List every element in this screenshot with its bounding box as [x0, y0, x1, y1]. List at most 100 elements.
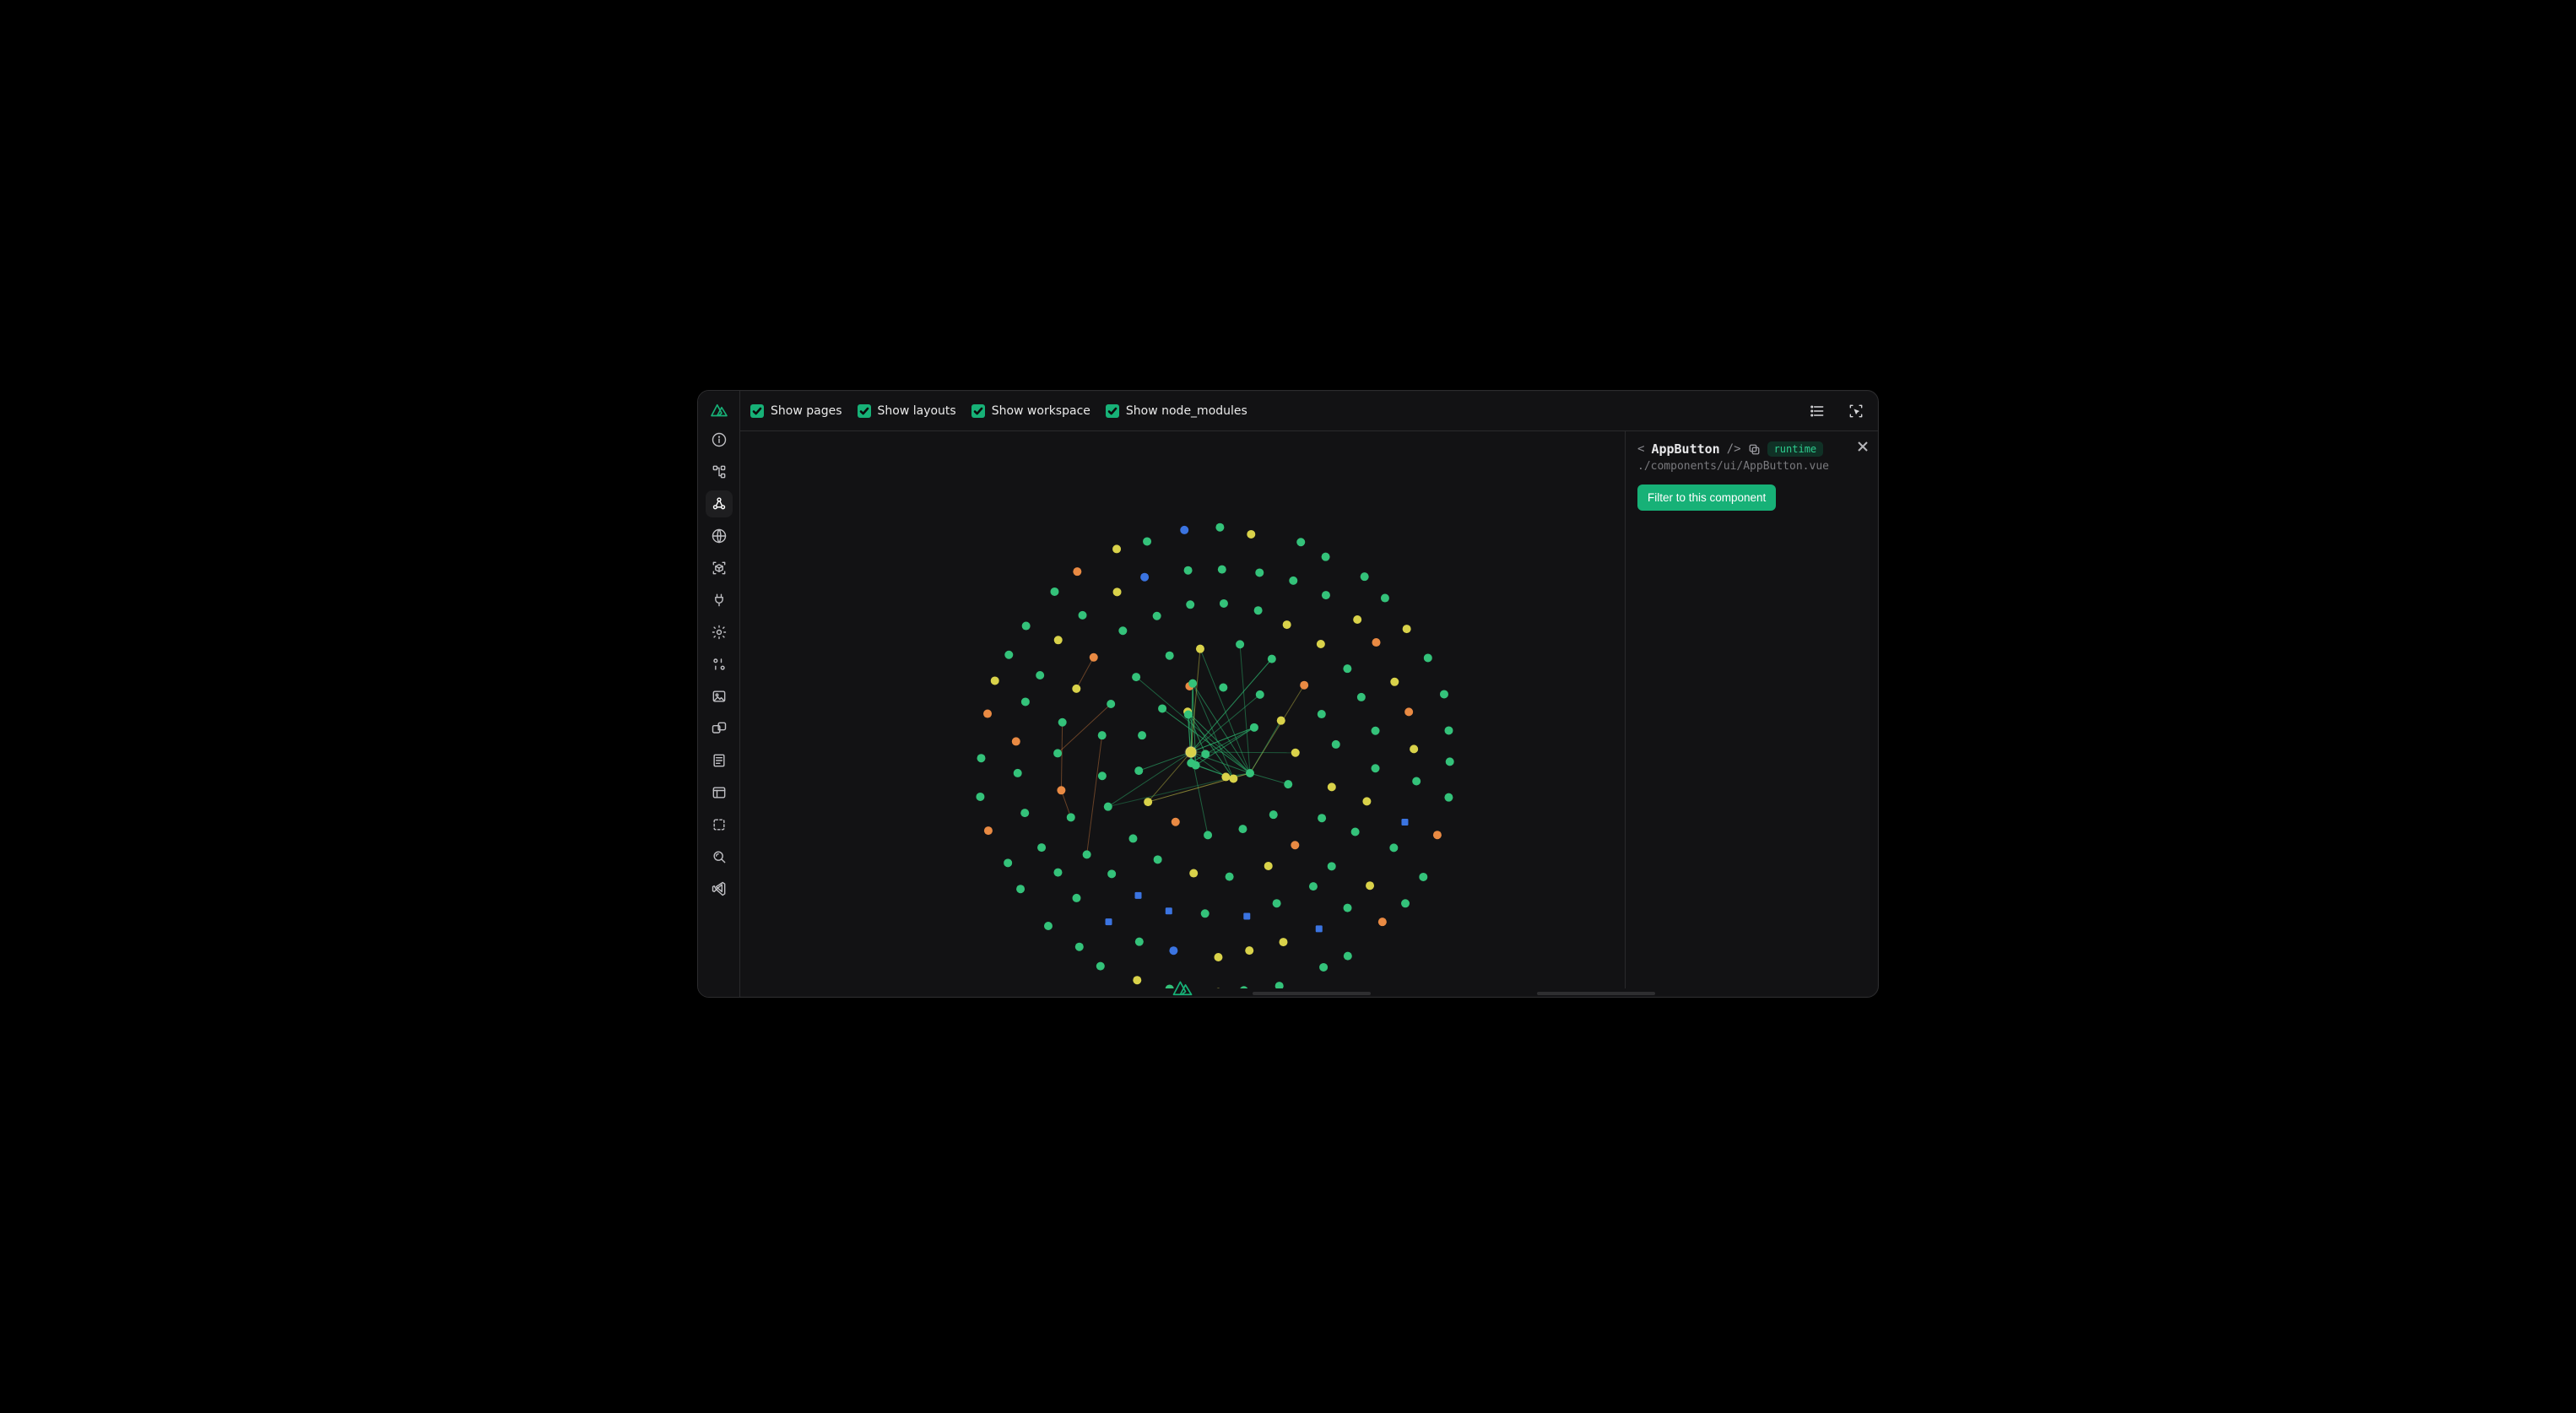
panel-icon[interactable]	[706, 779, 733, 806]
graph-node[interactable]	[1300, 681, 1308, 690]
graph-node[interactable]	[1037, 843, 1046, 852]
graph-node[interactable]	[1401, 899, 1410, 907]
graph-node[interactable]	[1317, 640, 1325, 648]
graph-node-selected[interactable]	[1186, 747, 1197, 758]
graph-node[interactable]	[1128, 834, 1137, 842]
graph-node[interactable]	[1238, 825, 1247, 833]
graph-node[interactable]	[1058, 718, 1067, 727]
graph-node[interactable]	[1291, 841, 1299, 849]
graph-node[interactable]	[1072, 685, 1080, 693]
graph-node[interactable]	[1134, 766, 1143, 775]
graph-node[interactable]	[1112, 544, 1121, 553]
gear-icon[interactable]	[706, 619, 733, 646]
graph-node[interactable]	[1275, 982, 1284, 988]
graph-node[interactable]	[1410, 744, 1418, 753]
tree-icon[interactable]	[706, 458, 733, 485]
graph-node[interactable]	[1012, 737, 1020, 745]
graph-node[interactable]	[991, 676, 999, 685]
graph-node[interactable]	[1050, 587, 1058, 596]
graph-node[interactable]	[1433, 831, 1442, 839]
graph-node[interactable]	[1328, 782, 1336, 791]
graph-icon[interactable]	[706, 490, 733, 517]
graph-node[interactable]	[1154, 855, 1162, 864]
graph-node[interactable]	[1153, 612, 1161, 620]
graph-node[interactable]	[1344, 904, 1352, 912]
cube-scan-icon[interactable]	[706, 555, 733, 582]
graph-node[interactable]	[1004, 858, 1012, 867]
graph-node[interactable]	[1158, 704, 1166, 712]
graph-node[interactable]	[976, 793, 984, 801]
graph-node[interactable]	[1021, 697, 1030, 706]
graph-node[interactable]	[1372, 727, 1380, 735]
graph-node[interactable]	[1351, 827, 1360, 836]
graph-node[interactable]	[1090, 653, 1098, 662]
graph-node[interactable]	[1036, 671, 1044, 679]
graph-node[interactable]	[1166, 652, 1174, 660]
graph-node[interactable]	[1133, 976, 1141, 984]
graph-node[interactable]	[1144, 798, 1152, 806]
graph-node[interactable]	[1072, 894, 1080, 902]
graph-node[interactable]	[1250, 723, 1258, 732]
graph-node[interactable]	[1180, 526, 1188, 534]
graph-node[interactable]	[1220, 599, 1228, 608]
show-layouts-checkbox[interactable]: Show layouts	[858, 404, 956, 418]
graph-node[interactable]	[977, 754, 985, 762]
graph-node[interactable]	[1073, 567, 1081, 576]
graph-node[interactable]	[1362, 797, 1371, 805]
graph-node[interactable]	[983, 710, 992, 718]
graph-node[interactable]	[1279, 938, 1287, 946]
graph-node[interactable]	[1083, 850, 1091, 858]
graph-node[interactable]	[1201, 750, 1210, 758]
graph-node[interactable]	[1016, 885, 1025, 893]
symlink-icon[interactable]	[706, 715, 733, 742]
graph-node[interactable]	[1284, 780, 1292, 788]
graph-node[interactable]	[1188, 679, 1197, 688]
graph-node[interactable]	[1444, 793, 1453, 802]
graph-node[interactable]	[1390, 678, 1399, 686]
graph-node[interactable]	[1107, 869, 1116, 878]
graph-node[interactable]	[1318, 710, 1326, 718]
graph-node[interactable]	[1186, 600, 1194, 609]
graph-node[interactable]	[1403, 625, 1411, 633]
graph-node[interactable]	[1446, 757, 1454, 766]
component-graph[interactable]	[740, 431, 1625, 988]
select-scan-icon[interactable]	[1844, 399, 1868, 423]
vscode-icon[interactable]	[706, 875, 733, 902]
graph-node[interactable]	[1215, 523, 1224, 532]
graph-node[interactable]	[1247, 530, 1255, 539]
graph-node[interactable]	[1332, 740, 1340, 749]
graph-node[interactable]	[1106, 918, 1112, 925]
graph-node[interactable]	[1236, 640, 1244, 648]
graph-node[interactable]	[1319, 963, 1328, 972]
graph-node[interactable]	[1372, 638, 1381, 647]
graph-node[interactable]	[1372, 764, 1380, 772]
graph-node[interactable]	[1412, 777, 1421, 786]
graph-node[interactable]	[1204, 831, 1212, 839]
graph-node[interactable]	[1381, 594, 1389, 603]
graph-node[interactable]	[1104, 803, 1112, 811]
graph-node[interactable]	[1361, 572, 1369, 581]
graph-node[interactable]	[984, 826, 993, 835]
dashed-box-icon[interactable]	[706, 811, 733, 838]
graph-node[interactable]	[1322, 553, 1330, 561]
graph-node[interactable]	[1132, 673, 1140, 681]
image-icon[interactable]	[706, 683, 733, 710]
performance-icon[interactable]	[706, 522, 733, 550]
graph-node[interactable]	[1246, 769, 1254, 777]
copy-icon[interactable]	[1748, 443, 1761, 456]
graph-node[interactable]	[1309, 882, 1318, 891]
binary-icon[interactable]	[706, 651, 733, 678]
graph-node[interactable]	[1357, 693, 1366, 701]
graph-node[interactable]	[1098, 731, 1107, 739]
info-icon[interactable]	[706, 426, 733, 453]
graph-node[interactable]	[1079, 611, 1087, 620]
graph-node[interactable]	[1328, 862, 1336, 870]
graph-node[interactable]	[1218, 566, 1226, 574]
graph-node[interactable]	[1075, 943, 1084, 951]
graph-node[interactable]	[1014, 769, 1022, 777]
graph-node[interactable]	[1283, 620, 1291, 629]
graph-node[interactable]	[1196, 645, 1204, 653]
graph-node[interactable]	[1201, 909, 1210, 918]
graph-node[interactable]	[1053, 869, 1062, 877]
graph-node[interactable]	[1187, 759, 1195, 767]
